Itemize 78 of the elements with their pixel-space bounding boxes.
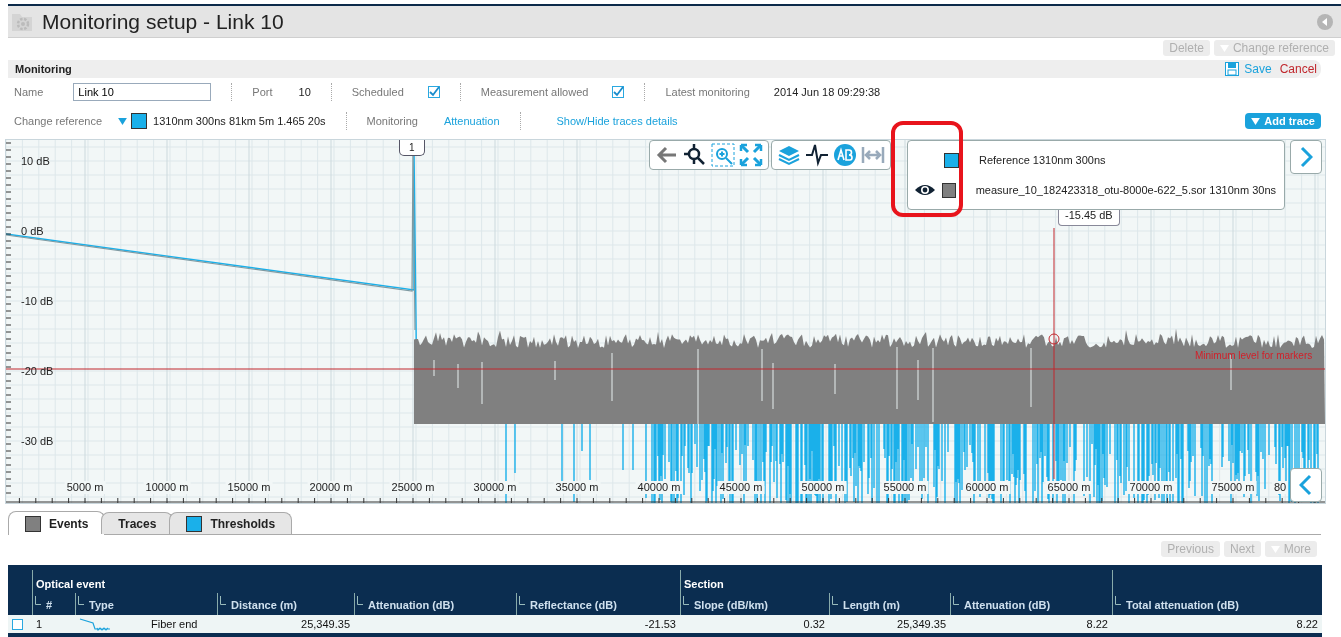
corner-icon — [78, 596, 84, 605]
field-value: 10 — [298, 86, 311, 98]
field-value: 2014 Jun 18 09:29:38 — [773, 86, 881, 98]
field-label: Monitoring — [366, 115, 418, 127]
corner-icon — [683, 596, 689, 605]
table-cell: Fiber end — [151, 618, 198, 630]
row-checkbox[interactable] — [12, 618, 23, 630]
field-label: Name — [14, 86, 44, 98]
caret-icon[interactable] — [118, 117, 128, 125]
table-cell: 8.22 — [1112, 615, 1322, 633]
axis-label: 0 dB — [21, 225, 44, 237]
axis-label: 50000 m — [799, 481, 847, 494]
threshold-label: Minimum level for markers — [1195, 350, 1313, 361]
field-label: Change reference — [14, 115, 103, 127]
chevron-right-icon — [1299, 146, 1313, 168]
event-marker-label[interactable]: 1 — [399, 140, 425, 156]
corner-icon — [357, 596, 363, 605]
table-cell: 25,349.35 — [217, 615, 354, 633]
ab-marker-icon[interactable] — [833, 143, 857, 167]
window-title: Monitoring setup - Link 10 — [42, 9, 285, 34]
axis-label: 25000 m — [389, 481, 437, 494]
table-cell: 25,349.35 — [829, 615, 950, 633]
axis-label: 80 — [1272, 481, 1289, 494]
fit-icon[interactable] — [739, 143, 763, 167]
color-swatch — [131, 113, 148, 129]
field-label: Port — [252, 86, 273, 98]
name-field[interactable]: Link 10 — [73, 83, 212, 101]
axis-label: 10000 m — [143, 481, 191, 494]
axis-label: 10 dB — [21, 155, 50, 167]
measurement-checkbox[interactable] — [612, 86, 625, 98]
cursor-line[interactable] — [1048, 227, 1060, 480]
group-header: Section — [680, 570, 1112, 593]
axis-label: 55000 m — [881, 481, 929, 494]
axis-label: 75000 m — [1209, 481, 1257, 494]
axis-label: -30 dB — [21, 435, 54, 447]
group-header: Optical event — [32, 570, 680, 593]
corner-icon — [35, 596, 41, 605]
cancel-button[interactable]: Cancel — [1275, 62, 1321, 76]
eye-icon[interactable] — [914, 183, 936, 197]
axis-label: 60000 m — [963, 481, 1011, 494]
field-label: Scheduled — [351, 86, 404, 98]
field-label: Latest monitoring — [665, 86, 750, 98]
axis-label: -10 dB — [21, 295, 54, 307]
corner-icon — [220, 596, 226, 605]
corner-icon — [1115, 596, 1121, 605]
table-cell: 1 — [32, 615, 75, 633]
axis-label: 45000 m — [717, 481, 765, 494]
chevron-left-icon — [1299, 474, 1313, 496]
previous-button[interactable] — [1290, 468, 1322, 502]
zoom-icon[interactable] — [683, 143, 707, 167]
legend-item[interactable]: measure_10_182423318_otu-8000e-622_5.sor 1310nm 30ns — [975, 184, 1276, 196]
axis-label: 30000 m — [471, 481, 519, 494]
tab[interactable]: Events — [8, 511, 106, 535]
table-cell: 8.22 — [950, 615, 1112, 633]
axis-label: 15000 m — [225, 481, 273, 494]
fiber-end-icon — [79, 617, 111, 631]
next-button[interactable] — [1290, 140, 1322, 174]
back-icon[interactable] — [1317, 13, 1333, 30]
axis-label: 5000 m — [64, 481, 106, 494]
axis-label: 20000 m — [307, 481, 355, 494]
axis-label: -20 dB — [21, 365, 54, 377]
axis-label: 35000 m — [553, 481, 601, 494]
corner-icon — [519, 596, 525, 605]
axis-label: 65000 m — [1045, 481, 1093, 494]
axis-label: 70000 m — [1127, 481, 1175, 494]
legend-item[interactable]: Reference 1310nm 300ns — [979, 154, 1106, 166]
scheduled-checkbox[interactable] — [427, 86, 440, 98]
axis-label: 40000 m — [635, 481, 683, 494]
caret-icon — [1251, 117, 1261, 125]
field-label: Measurement allowed — [480, 86, 589, 98]
table-cell: -21.53 — [516, 615, 680, 633]
corner-icon — [953, 596, 959, 605]
corner-icon — [832, 596, 838, 605]
tab[interactable]: Thresholds — [169, 512, 293, 534]
table-cell: 0.32 — [680, 615, 829, 633]
section-title: Monitoring — [15, 63, 73, 75]
pulse-icon[interactable] — [805, 143, 829, 167]
reference-value: 1310nm 300ns 81km 5m 1.465 20s — [153, 115, 326, 127]
